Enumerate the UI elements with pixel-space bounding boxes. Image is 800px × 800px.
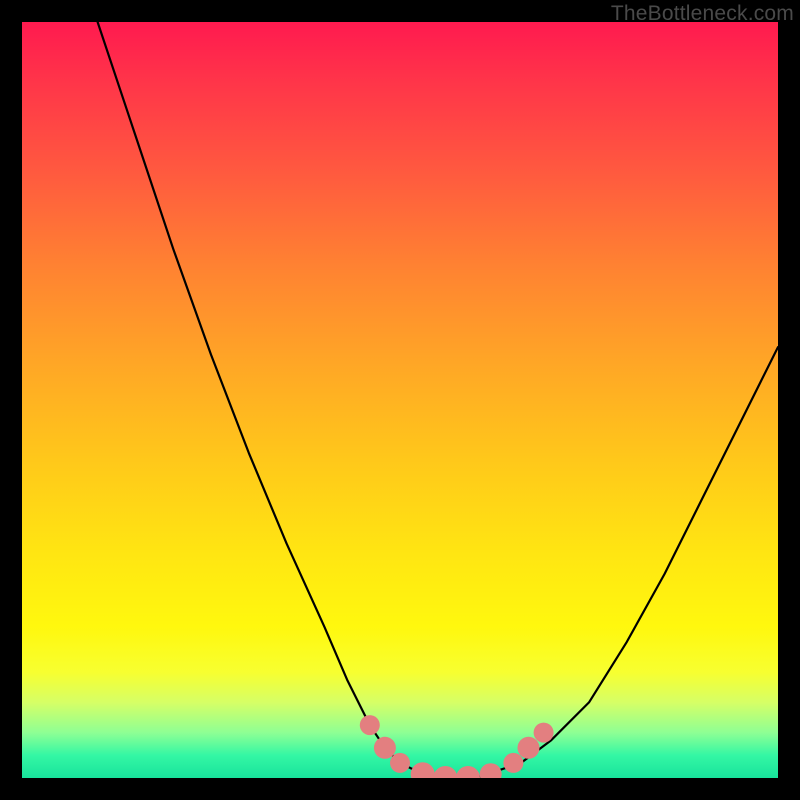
highlight-dot — [534, 723, 554, 743]
watermark-text: TheBottleneck.com — [611, 2, 794, 26]
highlight-dot — [433, 766, 457, 778]
highlight-dot — [411, 762, 435, 778]
bottleneck-curve — [98, 22, 778, 778]
highlight-dot — [390, 753, 410, 773]
chart-plot-area — [22, 22, 778, 778]
chart-svg — [22, 22, 778, 778]
highlight-dot — [456, 766, 480, 778]
highlight-dot — [374, 737, 396, 759]
highlight-dot — [503, 753, 523, 773]
highlight-dot — [480, 763, 502, 778]
chart-frame: TheBottleneck.com — [0, 0, 800, 800]
highlight-dots — [360, 715, 554, 778]
highlight-dot — [360, 715, 380, 735]
highlight-dot — [518, 737, 540, 759]
